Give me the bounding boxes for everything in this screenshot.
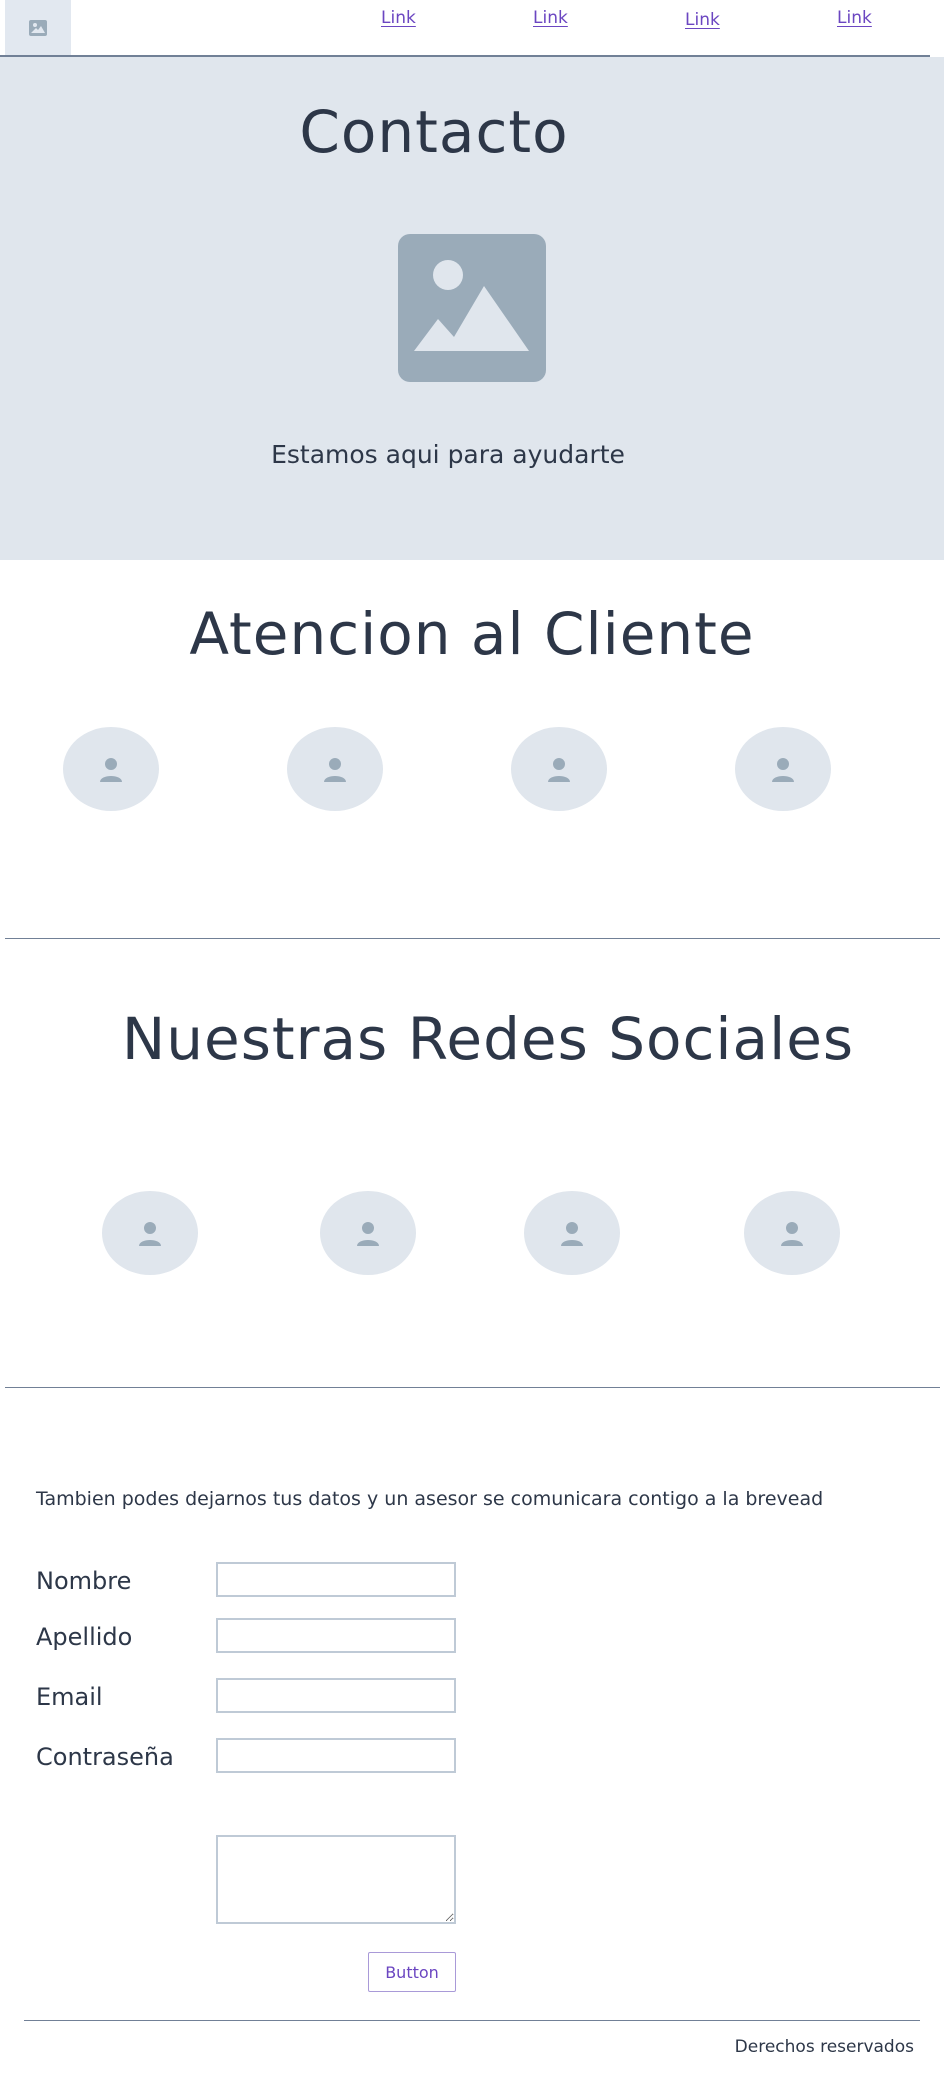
customer-service-avatar-2 — [287, 727, 383, 811]
form-label-contrasena: Contraseña — [36, 1743, 174, 1771]
nav-link-2[interactable]: Link — [533, 8, 568, 28]
apellido-input[interactable] — [216, 1618, 456, 1653]
page-title: Contacto — [299, 98, 569, 166]
user-icon — [548, 758, 570, 782]
email-input[interactable] — [216, 1678, 456, 1713]
image-icon — [414, 260, 529, 351]
customer-service-avatar-3 — [511, 727, 607, 811]
social-title: Nuestras Redes Sociales — [121, 1005, 855, 1073]
user-icon — [324, 758, 346, 782]
form-intro: Tambien podes dejarnos tus datos y un as… — [36, 1488, 824, 1510]
user-icon — [357, 1222, 379, 1246]
section-divider — [5, 1387, 940, 1388]
customer-service-title: Atencion al Cliente — [189, 600, 755, 668]
image-icon — [29, 19, 47, 36]
nombre-input[interactable] — [216, 1562, 456, 1597]
message-textarea[interactable] — [216, 1835, 456, 1924]
nav-link-4[interactable]: Link — [837, 8, 872, 28]
hero-image — [398, 234, 546, 382]
form-label-email: Email — [36, 1683, 103, 1711]
hero-tagline: Estamos aqui para ayudarte — [271, 440, 625, 469]
section-divider — [5, 938, 940, 939]
form-label-nombre: Nombre — [36, 1567, 132, 1595]
user-icon — [561, 1222, 583, 1246]
customer-service-avatar-1 — [63, 727, 159, 811]
nav-link-3[interactable]: Link — [685, 10, 720, 30]
submit-button[interactable]: Button — [368, 1952, 456, 1992]
social-avatar-3[interactable] — [524, 1191, 620, 1275]
user-icon — [781, 1222, 803, 1246]
social-avatar-2[interactable] — [320, 1191, 416, 1275]
footer-divider — [24, 2020, 920, 2021]
user-icon — [772, 758, 794, 782]
user-icon — [139, 1222, 161, 1246]
footer-text: Derechos reservados — [734, 2037, 914, 2057]
social-avatar-1[interactable] — [102, 1191, 198, 1275]
password-input[interactable] — [216, 1738, 456, 1773]
customer-service-avatar-4 — [735, 727, 831, 811]
nav-link-1[interactable]: Link — [381, 8, 416, 28]
form-label-apellido: Apellido — [36, 1623, 133, 1651]
logo[interactable] — [5, 0, 71, 55]
user-icon — [100, 758, 122, 782]
social-avatar-4[interactable] — [744, 1191, 840, 1275]
